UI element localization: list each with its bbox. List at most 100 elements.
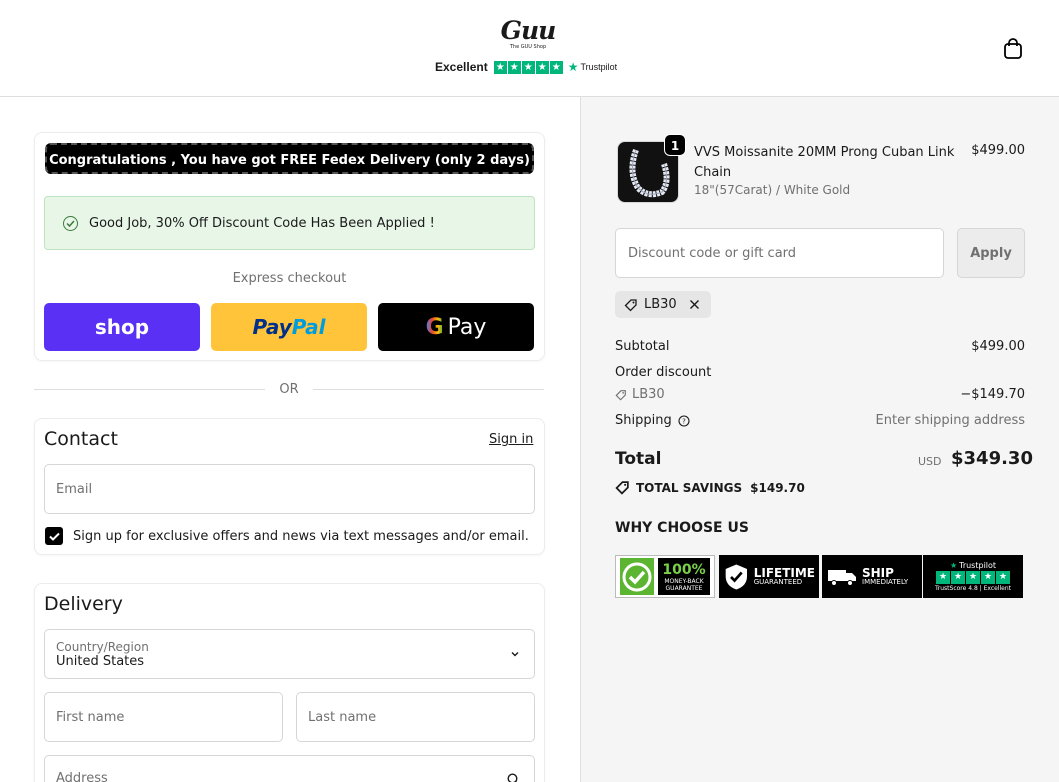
free-delivery-banner: Congratulations , You have got FREE Fede… xyxy=(45,143,534,174)
checkmark-icon xyxy=(48,532,60,541)
check-badge-icon xyxy=(620,558,654,595)
last-name-field[interactable]: Last name xyxy=(296,692,535,742)
shop-pay-button[interactable]: shop xyxy=(44,303,200,351)
shopping-bag-icon[interactable] xyxy=(1003,38,1023,60)
subtotal-value: $499.00 xyxy=(971,339,1025,354)
apply-button[interactable]: Apply xyxy=(957,228,1025,278)
help-icon[interactable]: ? xyxy=(678,414,690,427)
trustpilot-badge: ★ Trustpilot ★ ★ ★ ★ ★ TrustScore 4.8 | E… xyxy=(923,555,1023,598)
shipping-label: Shipping xyxy=(615,413,672,428)
paypal-label-pay: Pay xyxy=(252,315,292,339)
remove-code-icon[interactable] xyxy=(689,299,700,310)
star-icon: ★ xyxy=(996,571,1010,584)
shield-icon xyxy=(725,564,748,589)
star-icon: ★ xyxy=(936,571,950,584)
trustpilot-brand: Trustpilot xyxy=(580,62,618,72)
shipping-value: Enter shipping address xyxy=(875,413,1025,428)
google-pay-label: Pay xyxy=(447,314,487,340)
trust-label: Excellent xyxy=(435,60,488,74)
trust-stars: ★ ★ ★ ★ ★ xyxy=(493,60,563,74)
ship-sub: IMMEDIATELY xyxy=(862,578,909,587)
contact-title: Contact xyxy=(44,428,118,450)
or-text: OR xyxy=(279,381,299,397)
star-icon: ★ xyxy=(549,60,563,74)
country-label: Country/Region xyxy=(56,639,149,654)
divider-line xyxy=(312,388,545,390)
savings-label: TOTAL SAVINGS xyxy=(636,480,743,495)
search-icon xyxy=(507,773,518,782)
store-logo[interactable]: Guu The GUU Shop xyxy=(497,18,559,54)
why-choose-us-title: WHY CHOOSE US xyxy=(615,520,749,536)
discount-placeholder: Discount code or gift card xyxy=(628,245,797,261)
check-circle-icon xyxy=(63,215,78,231)
last-name-placeholder: Last name xyxy=(308,709,377,725)
discount-code-text: LB30 xyxy=(632,387,665,402)
email-field[interactable]: Email xyxy=(44,464,535,514)
logo-text: Guu xyxy=(500,16,557,45)
order-discount-label: Order discount xyxy=(615,365,712,380)
paypal-label-pal: Pal xyxy=(291,315,326,339)
trustpilot-badge-title: ★ Trustpilot xyxy=(950,561,996,570)
truck-icon xyxy=(828,569,856,586)
total-value: $349.30 xyxy=(951,448,1033,469)
chevron-down-icon xyxy=(511,652,519,657)
total-savings: TOTAL SAVINGS $149.70 xyxy=(615,480,805,495)
trustpilot-badge-brand: Trustpilot xyxy=(959,561,997,570)
google-g-icon: G xyxy=(425,314,444,340)
trustpilot-rating: Excellent ★ ★ ★ ★ ★ ★ Trustpilot xyxy=(435,59,617,75)
signup-checkbox-row[interactable]: Sign up for exclusive offers and news vi… xyxy=(45,527,529,545)
paypal-button[interactable]: Pay Pal xyxy=(211,303,367,351)
trustpilot-badge-stars: ★ ★ ★ ★ ★ xyxy=(936,571,1010,584)
star-icon: ★ xyxy=(493,60,507,74)
money-back-sub: MONEY-BACK GUARANTEE xyxy=(664,577,704,592)
or-divider: OR xyxy=(34,381,545,397)
header: Guu The GUU Shop Excellent ★ ★ ★ ★ ★ ★ T… xyxy=(0,0,1059,97)
country-value: United States xyxy=(56,653,145,669)
star-icon: ★ xyxy=(521,60,535,74)
email-placeholder: Email xyxy=(56,481,93,497)
trustpilot-logo: ★ Trustpilot xyxy=(568,60,617,74)
lifetime-badge: LIFETIME GUARANTEED xyxy=(719,555,819,598)
applied-code-text: LB30 xyxy=(644,297,677,312)
discount-code-row: LB30 xyxy=(615,387,665,402)
signup-label: Sign up for exclusive offers and news vi… xyxy=(73,528,529,544)
signup-checkbox[interactable] xyxy=(45,527,63,545)
trustpilot-badge-score: TrustScore 4.8 | Excellent xyxy=(934,585,1012,592)
first-name-field[interactable]: First name xyxy=(44,692,283,742)
star-icon: ★ xyxy=(535,60,549,74)
money-back-badge: 100% MONEY-BACK GUARANTEE xyxy=(615,555,715,598)
product-name: VVS Moissanite 20MM Prong Cuban Link Cha… xyxy=(694,145,955,180)
product-variant: 18"(57Carat) / White Gold xyxy=(694,183,851,197)
total-currency: USD xyxy=(918,455,942,468)
tag-icon xyxy=(624,298,637,311)
google-pay-button[interactable]: G Pay xyxy=(378,303,534,351)
divider-line xyxy=(34,388,266,390)
shop-pay-label: shop xyxy=(94,315,150,339)
delivery-title: Delivery xyxy=(44,593,123,615)
product-price: $499.00 xyxy=(971,143,1025,158)
tag-icon xyxy=(615,389,626,401)
star-icon: ★ xyxy=(966,571,980,584)
star-icon: ★ xyxy=(507,60,521,74)
tag-icon xyxy=(615,481,629,495)
discount-code-input[interactable]: Discount code or gift card xyxy=(615,228,944,278)
address-placeholder: Address xyxy=(56,771,108,782)
money-back-main: 100% xyxy=(662,561,706,578)
money-back-text: 100% MONEY-BACK GUARANTEE xyxy=(658,558,710,595)
star-icon: ★ xyxy=(951,571,965,584)
star-icon: ★ xyxy=(981,571,995,584)
discount-applied-text: Good Job, 30% Off Discount Code Has Been… xyxy=(89,215,435,231)
address-field[interactable]: Address xyxy=(44,755,535,782)
applied-code-chip: LB30 xyxy=(615,291,711,318)
shipping-row: Shipping ? xyxy=(615,413,690,428)
discount-applied-notice: Good Job, 30% Off Discount Code Has Been… xyxy=(44,196,535,250)
lifetime-sub: GUARANTEED xyxy=(753,578,803,587)
savings-value: $149.70 xyxy=(750,480,805,495)
discount-value: −$149.70 xyxy=(960,387,1025,402)
country-select[interactable]: Country/Region United States xyxy=(44,629,535,679)
sign-in-link[interactable]: Sign in xyxy=(489,432,533,447)
trustpilot-star-icon: ★ xyxy=(949,561,958,570)
quantity-badge: 1 xyxy=(664,134,686,156)
subtotal-label: Subtotal xyxy=(615,339,670,354)
trustpilot-star-icon: ★ xyxy=(567,60,579,74)
